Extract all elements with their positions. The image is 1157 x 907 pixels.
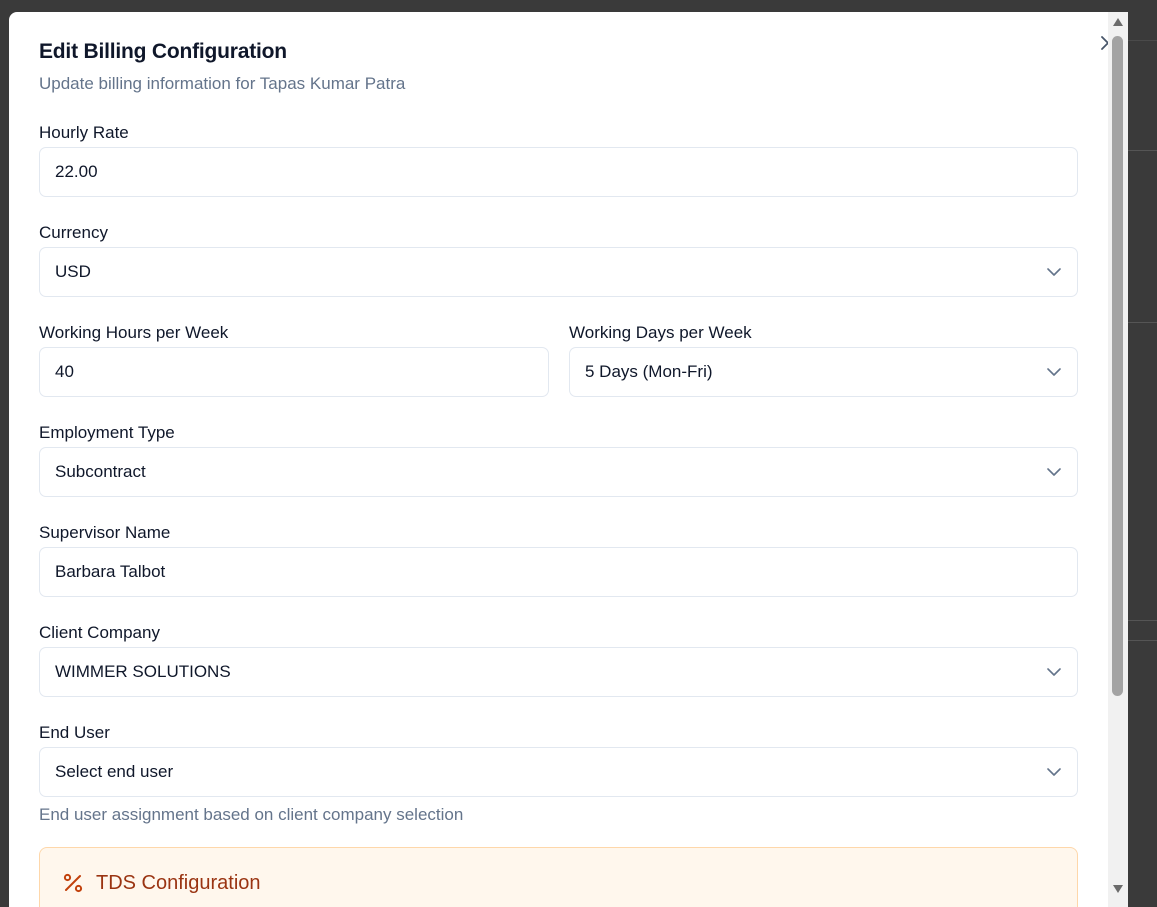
client-company-label: Client Company (39, 623, 160, 642)
hourly-rate-value: 22.00 (55, 162, 98, 181)
scrollbar-thumb[interactable] (1112, 36, 1123, 696)
supervisor-name-value: Barbara Talbot (55, 562, 166, 581)
chevron-down-icon (1046, 264, 1062, 280)
dialog-subtitle: Update billing information for Tapas Kum… (39, 74, 406, 93)
hourly-rate-label: Hourly Rate (39, 123, 129, 142)
employment-type-value: Subcontract (55, 462, 146, 481)
end-user-select[interactable]: Select end user (39, 747, 1078, 797)
percent-icon (63, 873, 83, 893)
supervisor-name-label: Supervisor Name (39, 523, 171, 542)
scroll-up-arrow-icon[interactable] (1111, 15, 1125, 29)
tds-configuration-card: TDS Configuration (39, 847, 1078, 907)
backdrop-divider (1128, 322, 1157, 323)
employment-type-label: Employment Type (39, 423, 175, 442)
supervisor-name-input[interactable]: Barbara Talbot (39, 547, 1078, 597)
hourly-rate-input[interactable]: 22.00 (39, 147, 1078, 197)
client-company-select[interactable]: WIMMER SOLUTIONS (39, 647, 1078, 697)
working-hours-input[interactable]: 40 (39, 347, 549, 397)
currency-label: Currency (39, 223, 108, 242)
currency-select[interactable]: USD (39, 247, 1078, 297)
dialog-title: Edit Billing Configuration (39, 40, 287, 63)
end-user-helper-text: End user assignment based on client comp… (39, 805, 464, 824)
chevron-down-icon (1046, 664, 1062, 680)
working-days-value: 5 Days (Mon-Fri) (585, 362, 713, 381)
backdrop-divider (1128, 640, 1157, 641)
client-company-value: WIMMER SOLUTIONS (55, 662, 231, 681)
backdrop-fragment (1128, 40, 1157, 41)
tds-configuration-title: TDS Configuration (96, 872, 261, 894)
working-hours-value: 40 (55, 362, 74, 381)
working-days-select[interactable]: 5 Days (Mon-Fri) (569, 347, 1078, 397)
end-user-placeholder: Select end user (55, 762, 174, 781)
dialog-scrollbar[interactable] (1108, 12, 1128, 907)
backdrop-divider (1128, 620, 1157, 621)
working-hours-label: Working Hours per Week (39, 323, 229, 342)
backdrop-divider (1128, 150, 1157, 151)
scroll-down-arrow-icon[interactable] (1111, 882, 1125, 896)
chevron-down-icon (1046, 364, 1062, 380)
chevron-down-icon (1046, 464, 1062, 480)
edit-billing-dialog: Edit Billing Configuration Update billin… (9, 12, 1128, 907)
working-days-label: Working Days per Week (569, 323, 752, 342)
end-user-label: End User (39, 723, 110, 742)
currency-value: USD (55, 262, 91, 281)
chevron-down-icon (1046, 764, 1062, 780)
employment-type-select[interactable]: Subcontract (39, 447, 1078, 497)
